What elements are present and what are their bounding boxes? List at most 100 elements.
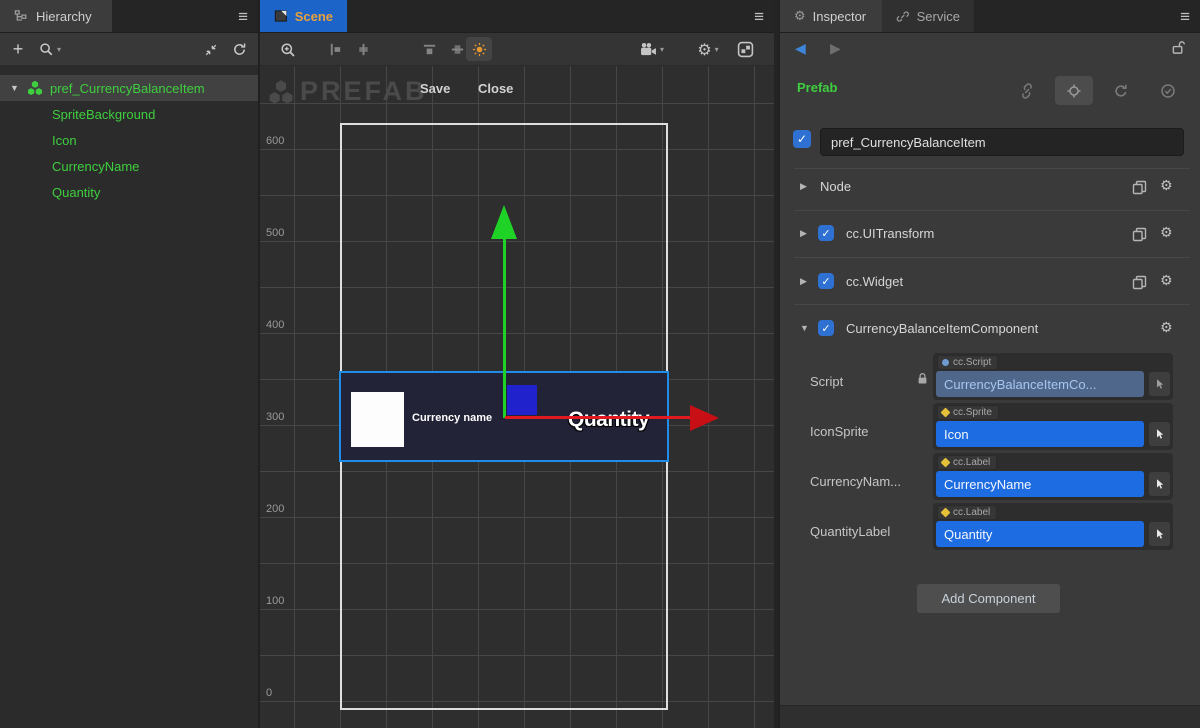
currencyname-reference-field[interactable]: CurrencyName	[936, 471, 1144, 497]
iconsprite-reference-field[interactable]: Icon	[936, 421, 1144, 447]
component-header-widget[interactable]: ▶ ✓ cc.Widget ⚙	[780, 269, 1200, 297]
sun-icon	[472, 42, 487, 57]
scene-image-icon	[274, 9, 288, 23]
add-component-button[interactable]: Add Component	[917, 584, 1060, 613]
nav-back-button[interactable]: ◀	[795, 40, 806, 57]
component-header-uitransform[interactable]: ▶ ✓ cc.UITransform ⚙	[780, 221, 1200, 249]
prefab-revert-button[interactable]	[1102, 76, 1140, 105]
check-icon: ✓	[821, 227, 830, 240]
node-active-checkbox[interactable]: ✓	[793, 130, 811, 148]
component-name: Node	[820, 179, 851, 194]
scene-tabbar: Scene ≡	[260, 0, 774, 33]
cursor-picker-icon	[1154, 428, 1166, 441]
unlock-icon[interactable]	[1171, 40, 1186, 55]
expand-icon[interactable]: ▶	[800, 276, 807, 287]
scene-settings-button[interactable]: ⚙ ▾	[688, 33, 728, 66]
type-tag-script: cc.Script	[937, 355, 998, 370]
check-icon: ✓	[821, 275, 830, 288]
node-name-input[interactable]	[820, 128, 1184, 156]
component-settings-gear-icon[interactable]: ⚙	[1160, 321, 1173, 335]
revert-icon	[1113, 83, 1129, 99]
tab-inspector-label: Inspector	[813, 9, 866, 24]
refresh-icon	[232, 42, 247, 57]
prop-label-quantitylabel: QuantityLabel	[810, 524, 914, 539]
scene-viewport[interactable]: PREFAB Save Close 600 500 400 300 200 10…	[260, 66, 774, 728]
search-filter-button[interactable]: ▾	[36, 33, 64, 66]
align-center-h-icon	[356, 42, 371, 57]
prop-label-iconsprite: IconSprite	[810, 424, 914, 439]
tab-scene[interactable]: Scene	[260, 0, 347, 32]
tree-row-sprite-background[interactable]: SpriteBackground	[0, 101, 258, 127]
settings-caret: ▾	[715, 45, 719, 54]
gizmo-x-axis[interactable]	[505, 416, 691, 419]
hierarchy-tree-icon	[14, 9, 29, 24]
lighting-toggle-button[interactable]	[466, 37, 492, 61]
refresh-button[interactable]	[226, 33, 252, 66]
align-left-button[interactable]	[322, 33, 348, 66]
tab-service-label: Service	[917, 9, 960, 24]
tree-root-expand-icon[interactable]: ▼	[10, 83, 19, 93]
align-top-button[interactable]	[416, 33, 442, 66]
component-header-node[interactable]: ▶ Node ⚙	[780, 174, 1200, 202]
gizmo-x-arrowhead[interactable]	[690, 405, 719, 431]
prefab-locate-button[interactable]	[1055, 76, 1093, 105]
script-reference-field[interactable]: CurrencyBalanceItemCo...	[936, 371, 1144, 397]
camera-menu-button[interactable]: ▾	[632, 33, 672, 66]
gizmo-xy-plane-handle[interactable]	[507, 385, 537, 415]
tree-root-label: pref_CurrencyBalanceItem	[50, 81, 205, 96]
node-settings-gear-icon[interactable]: ⚙	[1160, 179, 1173, 193]
prefab-unlink-button[interactable]	[1008, 76, 1046, 105]
tree-row-root[interactable]: ▼ pref_CurrencyBalanceItem	[0, 75, 258, 101]
tree-row-icon[interactable]: Icon	[0, 127, 258, 153]
expand-icon[interactable]: ▶	[800, 181, 807, 192]
prop-label-script: Script	[810, 374, 914, 389]
sprite-type-diamond-icon	[941, 408, 951, 418]
prefab-cubes-watermark-icon	[268, 79, 294, 105]
quantitylabel-reference-field[interactable]: Quantity	[936, 521, 1144, 547]
uitransform-docs-icon[interactable]	[1132, 227, 1147, 242]
type-tag-label: cc.Label	[953, 507, 990, 518]
widget-enabled-checkbox[interactable]: ✓	[818, 273, 834, 289]
check-icon: ✓	[821, 322, 830, 335]
inspector-menu-icon[interactable]: ≡	[1180, 0, 1190, 33]
scene-menu-icon[interactable]: ≡	[754, 0, 764, 33]
quantitylabel-picker-button[interactable]	[1149, 522, 1170, 546]
widget-settings-gear-icon[interactable]: ⚙	[1160, 274, 1173, 288]
close-button[interactable]: Close	[478, 81, 513, 96]
prefab-apply-button[interactable]	[1149, 76, 1187, 105]
inspector-footer	[780, 705, 1200, 728]
expand-icon[interactable]: ▶	[800, 228, 807, 239]
tree-row-quantity[interactable]: Quantity	[0, 179, 258, 205]
create-node-button[interactable]: +	[6, 33, 30, 66]
align-center-h-button[interactable]	[350, 33, 376, 66]
nav-forward-button[interactable]: ▶	[830, 40, 841, 57]
scene-panel: Scene ≡	[260, 0, 777, 728]
component-header-currencybalanceitem[interactable]: ▼ ✓ CurrencyBalanceItemComponent ⚙	[780, 316, 1200, 344]
uitransform-settings-gear-icon[interactable]: ⚙	[1160, 226, 1173, 240]
hierarchy-menu-icon[interactable]: ≡	[238, 0, 248, 33]
zoom-tool-button[interactable]	[274, 33, 302, 66]
label-type-diamond-icon	[941, 508, 951, 518]
collapse-all-button[interactable]	[198, 33, 224, 66]
node-docs-icon[interactable]	[1132, 180, 1147, 195]
widget-docs-icon[interactable]	[1132, 275, 1147, 290]
inspector-gear-icon: ⚙	[794, 10, 806, 23]
cursor-picker-icon	[1154, 378, 1166, 391]
save-button[interactable]: Save	[420, 81, 450, 96]
script-picker-button[interactable]	[1149, 372, 1170, 396]
expand-icon[interactable]: ▼	[800, 323, 809, 333]
iconsprite-picker-button[interactable]	[1149, 422, 1170, 446]
tab-hierarchy[interactable]: Hierarchy	[0, 0, 112, 32]
tab-inspector[interactable]: ⚙ Inspector	[780, 0, 882, 32]
currencyname-picker-button[interactable]	[1149, 472, 1170, 496]
gizmo-y-axis[interactable]	[503, 239, 506, 418]
hierarchy-tabbar: Hierarchy ≡	[0, 0, 258, 33]
tree-row-currency-name[interactable]: CurrencyName	[0, 153, 258, 179]
layout-button[interactable]	[730, 33, 760, 66]
gizmo-y-arrowhead[interactable]	[491, 205, 517, 239]
tab-service[interactable]: Service	[882, 0, 974, 32]
check-circle-icon	[1160, 83, 1176, 99]
uitransform-enabled-checkbox[interactable]: ✓	[818, 225, 834, 241]
tree-item-label: Quantity	[52, 185, 100, 200]
component-enabled-checkbox[interactable]: ✓	[818, 320, 834, 336]
